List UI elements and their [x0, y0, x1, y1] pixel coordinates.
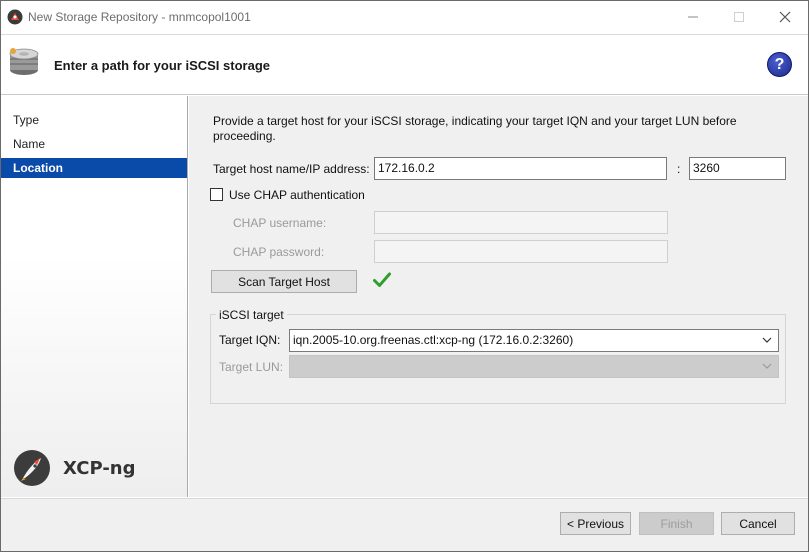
iscsi-target-group-title: iSCSI target: [216, 308, 287, 322]
brand-block: XCP-ng: [13, 449, 136, 487]
target-host-label: Target host name/IP address:: [213, 162, 370, 176]
storage-disk-icon: [9, 48, 39, 75]
cancel-button[interactable]: Cancel: [721, 512, 795, 535]
chap-username-input[interactable]: [374, 211, 668, 234]
chap-username-label: CHAP username:: [233, 216, 327, 230]
target-iqn-value: iqn.2005-10.org.freenas.ctl:xcp-ng (172.…: [293, 333, 574, 347]
chevron-down-icon: [762, 363, 772, 369]
xcp-ng-logo-icon: [14, 450, 50, 486]
step-name[interactable]: Name: [1, 134, 187, 154]
help-icon: ?: [774, 55, 785, 73]
chap-checkbox-label[interactable]: Use CHAP authentication: [229, 188, 365, 202]
chap-password-label: CHAP password:: [233, 245, 325, 259]
target-iqn-label: Target IQN:: [219, 333, 281, 347]
target-lun-label: Target LUN:: [219, 360, 284, 374]
maximize-icon: [734, 12, 744, 22]
intro-text: Provide a target host for your iSCSI sto…: [213, 114, 737, 143]
wizard-steps-sidebar: Type Name Location XCP-ng: [1, 96, 188, 497]
minimize-icon: [688, 16, 698, 18]
help-button[interactable]: ?: [767, 52, 792, 77]
chap-checkbox[interactable]: [210, 188, 223, 201]
page-heading: Enter a path for your iSCSI storage: [54, 58, 270, 73]
target-iqn-select[interactable]: iqn.2005-10.org.freenas.ctl:xcp-ng (172.…: [289, 329, 779, 352]
xcp-ng-app-icon: [7, 9, 23, 25]
dialog-window: New Storage Repository - mnmcopol1001 En…: [0, 0, 809, 552]
maximize-button[interactable]: [716, 1, 762, 33]
target-lun-select[interactable]: [289, 355, 779, 378]
close-button[interactable]: [762, 1, 808, 33]
green-check-icon: [373, 272, 391, 287]
step-type[interactable]: Type: [1, 110, 187, 130]
finish-button[interactable]: Finish: [639, 512, 714, 535]
port-separator: :: [677, 162, 681, 176]
brand-name: XCP-ng: [63, 457, 136, 479]
scan-target-host-button[interactable]: Scan Target Host: [211, 270, 357, 293]
close-icon: [779, 11, 791, 23]
chevron-down-icon: [762, 337, 772, 343]
target-port-input[interactable]: 3260: [689, 157, 786, 180]
title-bar: New Storage Repository - mnmcopol1001: [1, 1, 808, 34]
chap-password-input[interactable]: [374, 240, 668, 263]
window-title: New Storage Repository - mnmcopol1001: [28, 10, 251, 24]
step-location[interactable]: Location: [1, 158, 187, 178]
target-host-input[interactable]: 172.16.0.2: [374, 157, 667, 180]
wizard-header: Enter a path for your iSCSI storage ?: [1, 34, 808, 95]
previous-button[interactable]: < Previous: [560, 512, 631, 535]
minimize-button[interactable]: [670, 1, 716, 33]
location-panel: Provide a target host for your iSCSI sto…: [189, 96, 808, 497]
wizard-footer: < Previous Finish Cancel: [1, 498, 808, 551]
